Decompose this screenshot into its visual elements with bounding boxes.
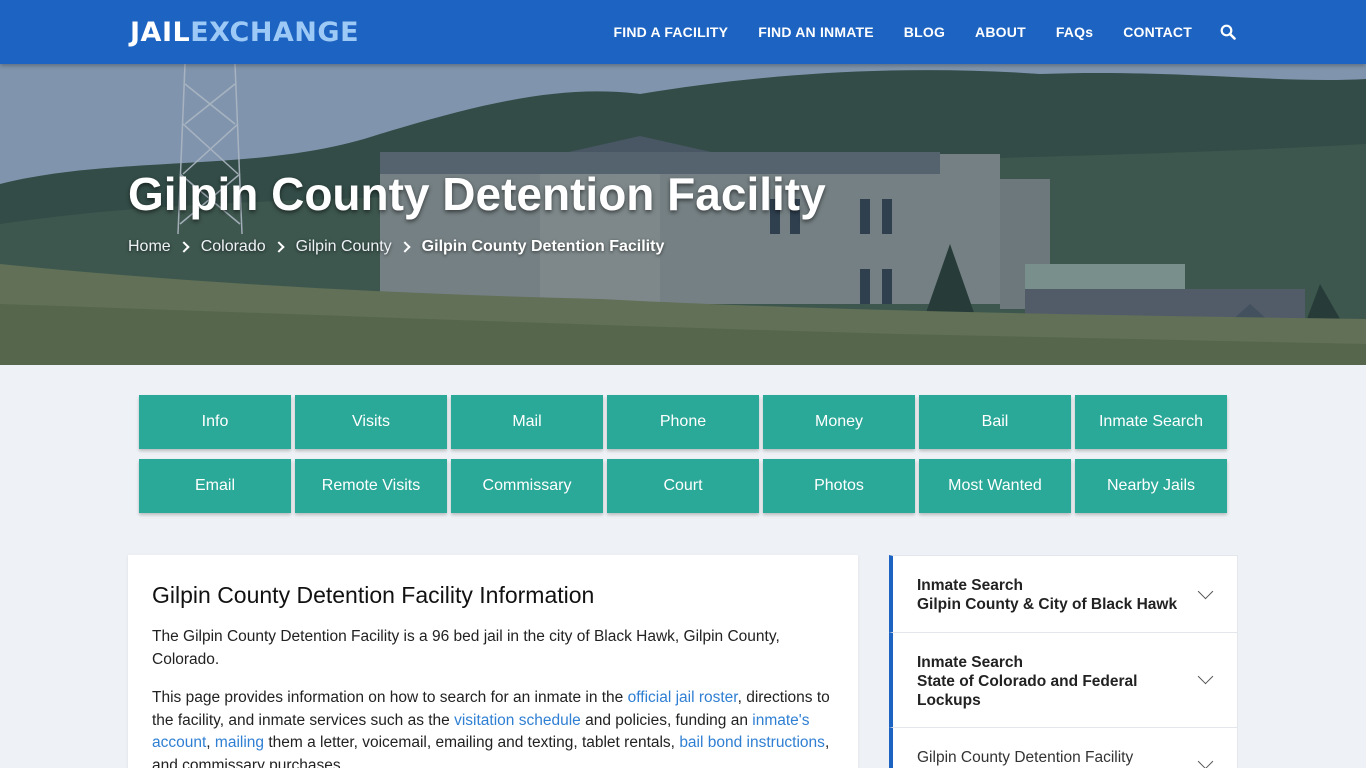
services-paragraph: This page provides information on how to…: [152, 687, 842, 768]
chevron-down-icon[interactable]: [1197, 753, 1214, 768]
nav-contact[interactable]: CONTACT: [1123, 24, 1192, 40]
breadcrumb: Home Colorado Gilpin County Gilpin Count…: [128, 238, 664, 256]
top-navbar: JAILEXCHANGE FIND A FACILITY FIND AN INM…: [0, 0, 1366, 64]
search-icon[interactable]: [1220, 24, 1236, 40]
accordion-line: Gilpin County & City of Black Hawk: [917, 596, 1178, 613]
most-wanted-button[interactable]: Most Wanted: [919, 459, 1071, 513]
nearby-jails-button[interactable]: Nearby Jails: [1075, 459, 1227, 513]
nav-about[interactable]: ABOUT: [975, 24, 1026, 40]
info-button[interactable]: Info: [139, 395, 291, 449]
chevron-right-icon: [272, 241, 285, 253]
hero-banner: Gilpin County Detention Facility Home Co…: [0, 64, 1366, 365]
accordion-line: Gilpin County Detention Facility: [917, 749, 1134, 766]
site-logo[interactable]: JAILEXCHANGE: [130, 17, 359, 49]
paragraph-text: them a letter, voicemail, emailing and t…: [264, 734, 680, 751]
bail-button[interactable]: Bail: [919, 395, 1071, 449]
visitation-schedule-link[interactable]: visitation schedule: [454, 712, 581, 729]
section-button-grid: Info Visits Mail Phone Money Bail Inmate…: [139, 395, 1227, 513]
page-title: Gilpin County Detention Facility: [128, 168, 826, 220]
paragraph-text: and policies, funding an: [580, 711, 753, 729]
visits-button[interactable]: Visits: [295, 395, 447, 449]
logo-text-exchange: EXCHANGE: [190, 17, 360, 48]
breadcrumb-home[interactable]: Home: [128, 238, 171, 256]
paragraph-text: ,: [206, 734, 215, 751]
paragraph-text: This page provides information on how to…: [152, 689, 628, 706]
email-button[interactable]: Email: [139, 459, 291, 513]
accordion-facility[interactable]: Gilpin County Detention Facility: [889, 727, 1238, 768]
logo-text-jail: JAIL: [130, 17, 191, 48]
breadcrumb-state[interactable]: Colorado: [201, 238, 266, 256]
nav-faqs[interactable]: FAQs: [1056, 24, 1093, 40]
accordion-label: Inmate Search Gilpin County & City of Bl…: [917, 576, 1187, 614]
chevron-right-icon: [178, 241, 190, 253]
nav-find-inmate[interactable]: FIND AN INMATE: [758, 24, 874, 40]
facility-info-card: Gilpin County Detention Facility Informa…: [128, 555, 858, 768]
nav-menu: FIND A FACILITY FIND AN INMATE BLOG ABOU…: [583, 0, 1236, 64]
accordion-label: Inmate Search State of Colorado and Fede…: [917, 653, 1187, 710]
mailing-link[interactable]: mailing: [215, 734, 264, 751]
nav-blog[interactable]: BLOG: [904, 24, 945, 40]
accordion-label: Gilpin County Detention Facility: [917, 748, 1187, 767]
accordion-inmate-search-state[interactable]: Inmate Search State of Colorado and Fede…: [889, 632, 1238, 728]
money-button[interactable]: Money: [763, 395, 915, 449]
photos-button[interactable]: Photos: [763, 459, 915, 513]
breadcrumb-current: Gilpin County Detention Facility: [421, 238, 665, 255]
accordion-line: State of Colorado and Federal Lockups: [917, 673, 1138, 709]
chevron-down-icon[interactable]: [1197, 668, 1214, 685]
accordion-inmate-search-county[interactable]: Inmate Search Gilpin County & City of Bl…: [889, 555, 1238, 633]
info-heading: Gilpin County Detention Facility Informa…: [152, 582, 595, 608]
accordion-line: Inmate Search: [917, 654, 1023, 671]
intro-paragraph: The Gilpin County Detention Facility is …: [152, 628, 780, 668]
nav-find-facility[interactable]: FIND A FACILITY: [613, 24, 728, 40]
bail-bond-instructions-link[interactable]: bail bond instructions: [679, 734, 825, 751]
court-button[interactable]: Court: [607, 459, 759, 513]
commissary-button[interactable]: Commissary: [451, 459, 603, 513]
accordion-line: Inmate Search: [917, 577, 1023, 594]
inmate-search-button[interactable]: Inmate Search: [1075, 395, 1227, 449]
mail-button[interactable]: Mail: [451, 395, 603, 449]
breadcrumb-county[interactable]: Gilpin County: [296, 238, 392, 256]
sidebar: Inmate Search Gilpin County & City of Bl…: [889, 555, 1238, 768]
phone-button[interactable]: Phone: [607, 395, 759, 449]
official-jail-roster-link[interactable]: official jail roster: [628, 689, 738, 706]
chevron-right-icon: [399, 241, 411, 253]
chevron-down-icon[interactable]: [1197, 583, 1214, 600]
remote-visits-button[interactable]: Remote Visits: [295, 459, 447, 513]
